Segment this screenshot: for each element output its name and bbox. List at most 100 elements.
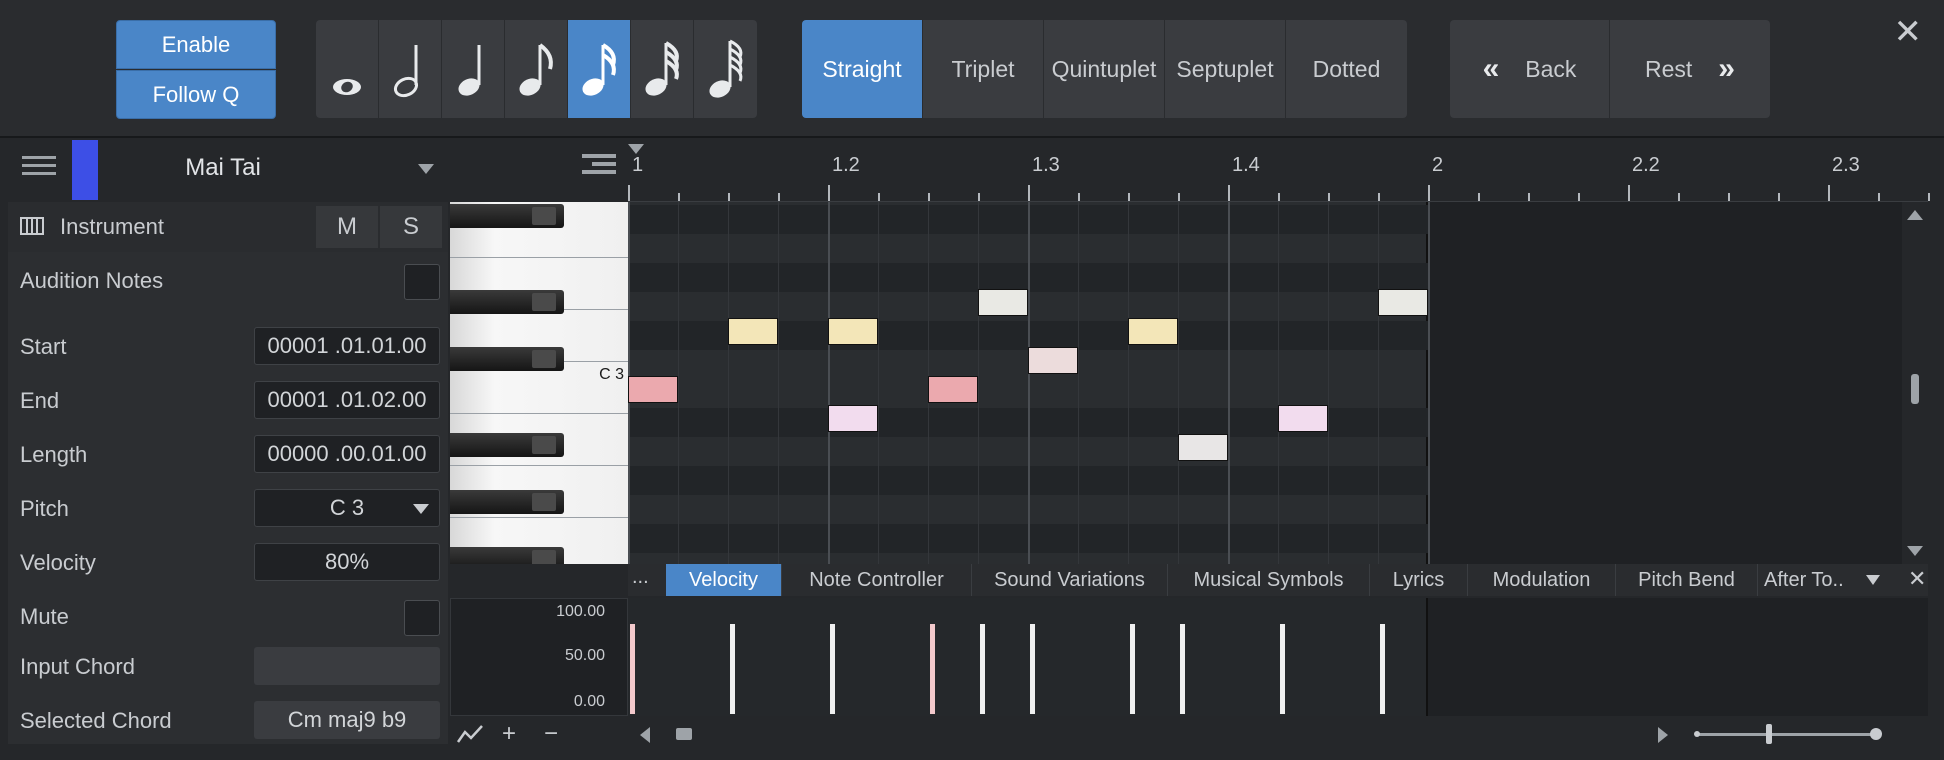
midi-note[interactable] <box>1178 434 1228 461</box>
sixteenth-note-button[interactable] <box>568 20 631 118</box>
zoom-slider-handle[interactable] <box>1766 724 1772 744</box>
thirty-second-note-button[interactable] <box>631 20 694 118</box>
quarter-note-button[interactable] <box>442 20 505 118</box>
chevron-down-icon[interactable] <box>1866 575 1880 585</box>
black-key[interactable] <box>450 547 564 564</box>
black-key[interactable] <box>450 204 564 228</box>
triplet-button[interactable]: Triplet <box>923 20 1044 118</box>
note-grid[interactable] <box>628 202 1902 564</box>
ruler-tick <box>1878 193 1880 201</box>
expand-lanes-icon[interactable] <box>582 154 616 184</box>
rest-button[interactable]: Rest » <box>1610 20 1770 118</box>
midi-note[interactable] <box>1028 347 1078 374</box>
start-field[interactable]: 00001 .01.01.00 <box>254 327 440 365</box>
horizontal-scroll-thumb[interactable] <box>676 728 692 740</box>
midi-note[interactable] <box>828 405 878 432</box>
scroll-right-icon[interactable] <box>1658 727 1668 743</box>
tab-aftertouch[interactable]: After To.. <box>1758 564 1864 596</box>
enable-button[interactable]: Enable <box>116 20 276 69</box>
tab-sound-variations[interactable]: Sound Variations <box>972 564 1168 596</box>
close-icon[interactable]: ✕ <box>1908 566 1926 592</box>
midi-note[interactable] <box>928 376 978 403</box>
midi-note[interactable] <box>1128 318 1178 345</box>
black-key[interactable] <box>450 290 564 314</box>
editor-toolbar: Enable Follow Q Straight Triplet Quintup… <box>0 0 1944 138</box>
pitch-select[interactable]: C 3 <box>254 489 440 527</box>
zoom-in-icon[interactable] <box>1870 728 1882 740</box>
quintuplet-button[interactable]: Quintuplet <box>1044 20 1165 118</box>
velocity-bar[interactable] <box>1030 624 1035 714</box>
half-note-button[interactable] <box>379 20 442 118</box>
scroll-up-icon[interactable] <box>1907 210 1923 220</box>
velocity-bar[interactable] <box>830 624 835 714</box>
solo-button[interactable]: S <box>380 206 442 248</box>
editor-bottom-bar: + − <box>450 716 1928 752</box>
black-key[interactable] <box>450 490 564 514</box>
midi-note[interactable] <box>728 318 778 345</box>
mute-button[interactable]: M <box>316 206 378 248</box>
eighth-note-button[interactable] <box>505 20 568 118</box>
mute-checkbox[interactable] <box>404 600 440 636</box>
velocity-bar[interactable] <box>1280 624 1285 714</box>
midi-note[interactable] <box>1278 405 1328 432</box>
vertical-scrollbar[interactable] <box>1902 202 1928 564</box>
sixty-fourth-note-button[interactable] <box>694 20 757 118</box>
zoom-slider[interactable] <box>1698 733 1876 736</box>
black-key[interactable] <box>450 347 564 371</box>
remove-icon[interactable]: − <box>544 720 558 748</box>
ruler-tick <box>1378 193 1380 201</box>
straight-button[interactable]: Straight <box>802 20 923 118</box>
tab-velocity[interactable]: Velocity <box>666 564 782 596</box>
scroll-down-icon[interactable] <box>1907 546 1923 556</box>
start-label: Start <box>20 334 67 359</box>
follow-quantize-button[interactable]: Follow Q <box>116 70 276 119</box>
tab-note-controller[interactable]: Note Controller <box>782 564 972 596</box>
whole-note-button[interactable] <box>316 20 379 118</box>
more-options-icon[interactable]: ... <box>632 566 649 589</box>
velocity-bar[interactable] <box>730 624 735 714</box>
scroll-left-icon[interactable] <box>640 727 650 743</box>
dotted-button[interactable]: Dotted <box>1286 20 1407 118</box>
audition-notes-checkbox[interactable] <box>404 264 440 300</box>
velocity-field[interactable]: 80% <box>254 543 440 581</box>
piano-keyboard[interactable]: C 3 <box>450 202 628 564</box>
scroll-thumb[interactable] <box>1911 374 1919 404</box>
tab-pitch-bend[interactable]: Pitch Bend <box>1616 564 1758 596</box>
track-name[interactable]: Mai Tai <box>98 154 348 182</box>
midi-note[interactable] <box>1378 289 1428 316</box>
timeline-ruler[interactable]: 1 1.2 1.3 1.4 2 2.2 2.3 <box>628 140 1930 202</box>
black-key[interactable] <box>450 433 564 457</box>
velocity-bar[interactable] <box>630 624 635 714</box>
pitch-row: Pitch C 3 <box>8 484 448 534</box>
midi-note[interactable] <box>978 289 1028 316</box>
chevron-down-icon[interactable] <box>418 164 434 174</box>
tab-modulation[interactable]: Modulation <box>1468 564 1616 596</box>
input-chord-field[interactable] <box>254 647 440 685</box>
end-field[interactable]: 00001 .01.02.00 <box>254 381 440 419</box>
tab-musical-symbols[interactable]: Musical Symbols <box>1168 564 1370 596</box>
back-button[interactable]: « Back <box>1450 20 1610 118</box>
length-field[interactable]: 00000 .00.01.00 <box>254 435 440 473</box>
menu-icon[interactable] <box>22 156 56 180</box>
grid-line <box>978 202 979 564</box>
velocity-bar[interactable] <box>1380 624 1385 714</box>
velocity-bar[interactable] <box>930 624 935 714</box>
velocity-bar[interactable] <box>1180 624 1185 714</box>
line-tool-icon[interactable] <box>456 722 484 746</box>
ruler-tick <box>1678 193 1680 201</box>
close-icon[interactable]: ✕ <box>1894 12 1923 52</box>
tab-lyrics[interactable]: Lyrics <box>1370 564 1468 596</box>
velocity-lane[interactable] <box>628 598 1928 716</box>
septuplet-button[interactable]: Septuplet <box>1165 20 1286 118</box>
add-icon[interactable]: + <box>502 720 516 748</box>
ruler-tick <box>1528 193 1530 201</box>
zoom-out-icon[interactable] <box>1694 731 1700 737</box>
playhead-marker-icon[interactable] <box>628 144 644 154</box>
velocity-bar[interactable] <box>1130 624 1135 714</box>
velocity-part-region <box>628 598 1428 716</box>
velocity-bar[interactable] <box>980 624 985 714</box>
ruler-tick <box>978 193 980 201</box>
midi-note[interactable] <box>628 376 678 403</box>
midi-note[interactable] <box>828 318 878 345</box>
rest-label: Rest <box>1645 55 1693 82</box>
